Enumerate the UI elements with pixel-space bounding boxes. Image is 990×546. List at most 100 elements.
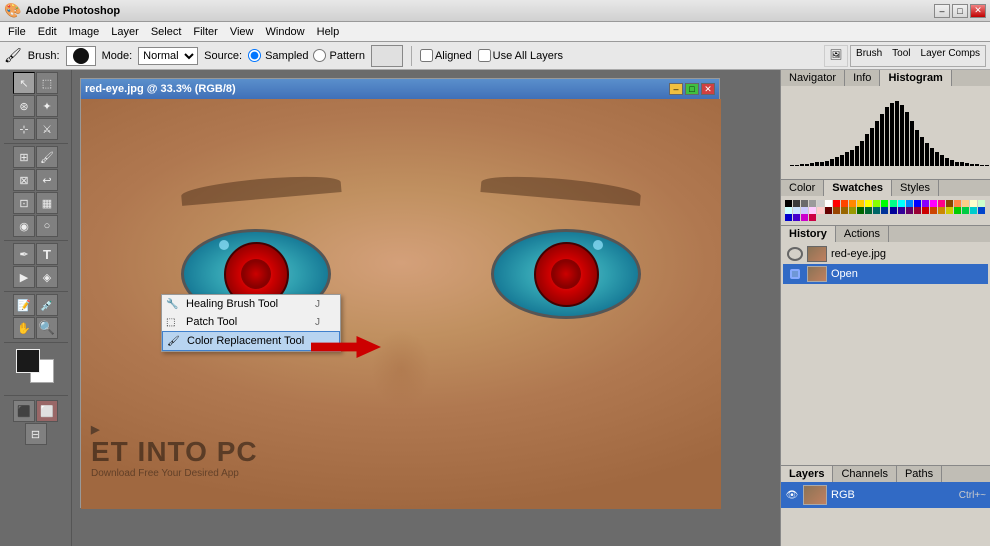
ctx-healing-brush[interactable]: 🔧 Healing Brush Tool J — [162, 295, 340, 313]
eraser-tool[interactable]: ⊡ — [13, 192, 35, 214]
tab-navigator[interactable]: Navigator — [781, 70, 845, 86]
color-swatch[interactable] — [865, 200, 872, 207]
doc-minimize-btn[interactable]: – — [669, 83, 683, 95]
color-swatch[interactable] — [841, 200, 848, 207]
layer-comps-tab[interactable]: Layer Comps — [917, 47, 984, 65]
color-swatch[interactable] — [801, 214, 808, 221]
layer-rgb[interactable]: 👁 RGB Ctrl+~ — [781, 482, 990, 508]
color-swatch[interactable] — [825, 200, 832, 207]
menu-window[interactable]: Window — [260, 25, 311, 39]
tab-channels[interactable]: Channels — [833, 466, 896, 482]
color-swatch[interactable] — [849, 200, 856, 207]
tab-paths[interactable]: Paths — [897, 466, 942, 482]
blur-tool[interactable]: ◉ — [13, 215, 35, 237]
color-swatch[interactable] — [890, 200, 897, 207]
menu-filter[interactable]: Filter — [187, 25, 223, 39]
brush-tab[interactable]: Brush — [852, 47, 886, 65]
color-swatch[interactable] — [857, 207, 864, 214]
move-tool[interactable]: ↖ — [13, 72, 35, 94]
foreground-color-box[interactable] — [16, 349, 40, 373]
minimize-button[interactable]: – — [934, 4, 950, 18]
color-swatch[interactable] — [801, 207, 808, 214]
color-swatch[interactable] — [793, 207, 800, 214]
color-swatch[interactable] — [954, 200, 961, 207]
marquee-tool[interactable]: ⬚ — [36, 72, 58, 94]
color-swatch[interactable] — [817, 200, 824, 207]
color-swatch[interactable] — [914, 207, 921, 214]
screen-mode-btn[interactable]: ⊟ — [25, 423, 47, 445]
color-swatch[interactable] — [801, 200, 808, 207]
use-all-layers-checkbox[interactable] — [478, 49, 491, 62]
color-swatch[interactable] — [922, 207, 929, 214]
color-swatch[interactable] — [954, 207, 961, 214]
healing-brush-tool[interactable]: ⊞ — [13, 146, 35, 168]
notes-tool[interactable]: 📝 — [13, 294, 35, 316]
color-swatch[interactable] — [785, 200, 792, 207]
color-swatch[interactable] — [785, 214, 792, 221]
color-swatch[interactable] — [833, 207, 840, 214]
color-swatch[interactable] — [970, 200, 977, 207]
type-tool[interactable]: T — [36, 243, 58, 265]
history-brush-tool[interactable]: ↩ — [36, 169, 58, 191]
color-swatch[interactable] — [809, 214, 816, 221]
slice-tool[interactable]: ⚔ — [36, 118, 58, 140]
brush-preview[interactable] — [66, 46, 96, 66]
menu-image[interactable]: Image — [63, 25, 106, 39]
mode-select[interactable]: Normal Multiply Screen — [138, 47, 198, 65]
tab-color[interactable]: Color — [781, 180, 824, 196]
color-swatch[interactable] — [930, 207, 937, 214]
eyedropper-tool[interactable]: 💉 — [36, 294, 58, 316]
crop-tool[interactable]: ⊹ — [13, 118, 35, 140]
aligned-checkbox[interactable] — [420, 49, 433, 62]
menu-select[interactable]: Select — [145, 25, 188, 39]
brush-tool[interactable]: 🖌 — [36, 146, 58, 168]
color-swatch[interactable] — [881, 207, 888, 214]
layer-visibility-eye[interactable]: 👁 — [785, 488, 799, 502]
color-swatch[interactable] — [906, 207, 913, 214]
tab-styles[interactable]: Styles — [892, 180, 939, 196]
color-swatch[interactable] — [809, 207, 816, 214]
color-swatch[interactable] — [978, 207, 985, 214]
tab-swatches[interactable]: Swatches — [824, 180, 892, 196]
color-swatch[interactable] — [881, 200, 888, 207]
color-swatch[interactable] — [857, 200, 864, 207]
close-button[interactable]: ✕ — [970, 4, 986, 18]
doc-maximize-btn[interactable]: □ — [685, 83, 699, 95]
pattern-radio[interactable] — [313, 49, 326, 62]
color-swatch[interactable] — [793, 214, 800, 221]
color-swatch[interactable] — [898, 200, 905, 207]
magic-wand-tool[interactable]: ✦ — [36, 95, 58, 117]
menu-view[interactable]: View — [224, 25, 260, 39]
menu-layer[interactable]: Layer — [105, 25, 145, 39]
path-selection-tool[interactable]: ▶ — [13, 266, 35, 288]
color-swatch[interactable] — [873, 207, 880, 214]
color-swatch[interactable] — [946, 207, 953, 214]
pen-tool[interactable]: ✒ — [13, 243, 35, 265]
quick-mask-btn[interactable]: ⬜ — [36, 400, 58, 422]
color-swatch[interactable] — [785, 207, 792, 214]
ctx-patch-tool[interactable]: ⬚ Patch Tool J — [162, 313, 340, 331]
color-swatch[interactable] — [865, 207, 872, 214]
color-swatch[interactable] — [938, 200, 945, 207]
color-swatch[interactable] — [817, 207, 824, 214]
tab-info[interactable]: Info — [845, 70, 880, 86]
color-selector[interactable] — [16, 349, 56, 389]
color-swatch[interactable] — [898, 207, 905, 214]
shape-tool[interactable]: ◈ — [36, 266, 58, 288]
history-open-item[interactable]: Open — [783, 264, 988, 284]
color-swatch[interactable] — [938, 207, 945, 214]
color-swatch[interactable] — [922, 200, 929, 207]
color-swatch[interactable] — [793, 200, 800, 207]
history-snapshot-item[interactable]: red-eye.jpg — [783, 244, 988, 264]
color-swatch[interactable] — [978, 200, 985, 207]
lasso-tool[interactable]: ⊛ — [13, 95, 35, 117]
color-swatch[interactable] — [962, 207, 969, 214]
color-swatch[interactable] — [930, 200, 937, 207]
color-swatch[interactable] — [970, 207, 977, 214]
clone-stamp-tool[interactable]: ⊠ — [13, 169, 35, 191]
color-swatch[interactable] — [825, 207, 832, 214]
color-swatch[interactable] — [841, 207, 848, 214]
tab-histogram[interactable]: Histogram — [880, 70, 951, 86]
menu-help[interactable]: Help — [311, 25, 346, 39]
color-swatch[interactable] — [849, 207, 856, 214]
